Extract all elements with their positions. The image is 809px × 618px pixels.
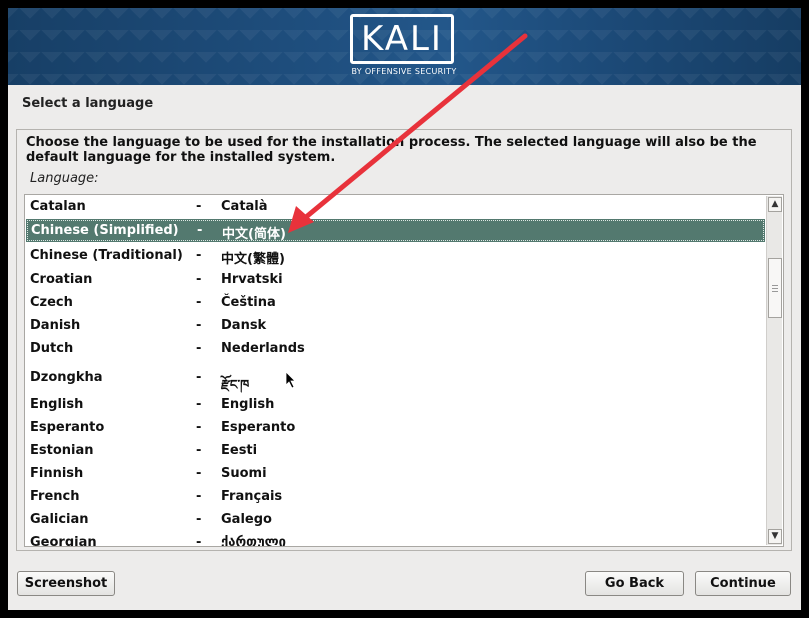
language-native-name: Français: [221, 489, 283, 504]
language-native-name: 中文(简体): [222, 227, 286, 242]
language-native-name: 中文(繁體): [221, 252, 285, 267]
language-name: Chinese (Simplified): [31, 223, 179, 238]
language-row[interactable]: Danish - Dansk: [25, 314, 766, 337]
language-row[interactable]: Galician - Galego: [25, 508, 766, 531]
language-row[interactable]: Chinese (Traditional) - 中文(繁體): [25, 244, 766, 267]
language-row[interactable]: Chinese (Simplified) - 中文(简体): [26, 219, 765, 242]
language-list[interactable]: ▲ ▼ Catalan - Català Chinese (Simplified) - 中…: [24, 194, 784, 547]
language-name: Dutch: [30, 341, 74, 356]
language-native-name: English: [221, 397, 275, 412]
language-separator: -: [196, 512, 202, 527]
language-name: Danish: [30, 318, 81, 333]
logo-subtitle: BY OFFENSIVE SECURITY: [351, 67, 457, 76]
language-name: Finnish: [30, 466, 84, 481]
language-name: Croatian: [30, 272, 93, 287]
list-scrollbar[interactable]: ▲ ▼: [766, 196, 782, 545]
language-separator: -: [197, 223, 203, 238]
scroll-thumb[interactable]: [768, 258, 782, 318]
language-name: French: [30, 489, 80, 504]
language-separator: -: [196, 199, 202, 214]
language-name: English: [30, 397, 84, 412]
language-name: Catalan: [30, 199, 86, 214]
language-row[interactable]: French - Français: [25, 485, 766, 508]
language-row[interactable]: Georgian - ქართული: [25, 531, 766, 547]
description-text: Choose the language to be used for the i…: [26, 135, 757, 165]
language-native-name: Galego: [221, 512, 272, 527]
language-name: Galician: [30, 512, 89, 527]
language-row[interactable]: Esperanto - Esperanto: [25, 416, 766, 439]
language-separator: -: [196, 443, 202, 458]
page-title: Select a language: [22, 96, 154, 111]
language-native-name: Esperanto: [221, 420, 296, 435]
continue-button[interactable]: Continue: [695, 571, 791, 596]
language-row[interactable]: Croatian - Hrvatski: [25, 268, 766, 291]
language-native-name: Hrvatski: [221, 272, 283, 287]
language-separator: -: [196, 397, 202, 412]
language-name: Chinese (Traditional): [30, 248, 183, 263]
kali-banner: KALI BY OFFENSIVE SECURITY: [8, 8, 801, 85]
language-native-name: Català: [221, 199, 268, 214]
logo-text: KALI: [350, 14, 454, 64]
scroll-up-icon[interactable]: ▲: [768, 197, 782, 212]
language-row[interactable]: Estonian - Eesti: [25, 439, 766, 462]
language-row[interactable]: Czech - Čeština: [25, 291, 766, 314]
language-separator: -: [196, 295, 202, 310]
language-row[interactable]: Catalan - Català: [25, 195, 766, 218]
language-row[interactable]: English - English: [25, 393, 766, 416]
language-row[interactable]: Finnish - Suomi: [25, 462, 766, 485]
language-name: Esperanto: [30, 420, 105, 435]
language-native-name: Nederlands: [221, 341, 305, 356]
language-separator: -: [196, 466, 202, 481]
language-name: Czech: [30, 295, 73, 310]
language-row[interactable]: Dutch - Nederlands: [25, 337, 766, 360]
language-separator: -: [196, 248, 202, 263]
language-native-name: Čeština: [221, 295, 276, 310]
language-native-name: ქართული: [221, 535, 286, 547]
language-separator: -: [196, 535, 202, 547]
kali-logo: KALI BY OFFENSIVE SECURITY: [348, 14, 460, 78]
language-native-name: Dansk: [221, 318, 267, 333]
language-list-label: Language:: [30, 171, 99, 186]
language-separator: -: [196, 272, 202, 287]
language-native-name: Suomi: [221, 466, 267, 481]
screenshot-button[interactable]: Screenshot: [17, 571, 115, 596]
language-row[interactable]: Dzongkha - རྫོང་ཁ: [25, 360, 766, 393]
language-separator: -: [196, 420, 202, 435]
language-name: Dzongkha: [30, 370, 103, 385]
scroll-down-icon[interactable]: ▼: [768, 529, 782, 544]
language-separator: -: [196, 489, 202, 504]
language-native-name: Eesti: [221, 443, 258, 458]
installer-window: KALI BY OFFENSIVE SECURITY Select a lang…: [8, 8, 801, 610]
go-back-button[interactable]: Go Back: [585, 571, 684, 596]
language-name: Estonian: [30, 443, 94, 458]
language-separator: -: [196, 341, 202, 356]
language-separator: -: [196, 370, 202, 385]
language-name: Georgian: [30, 535, 97, 547]
language-separator: -: [196, 318, 202, 333]
